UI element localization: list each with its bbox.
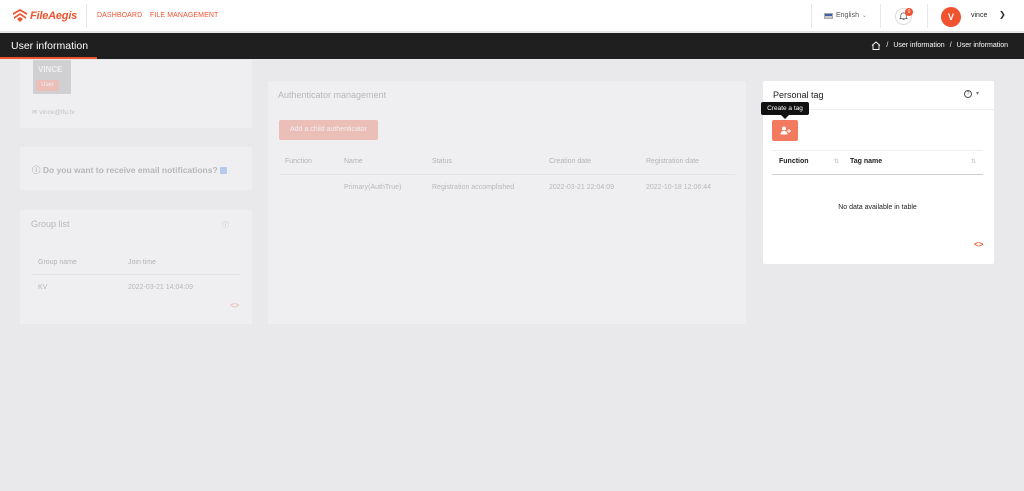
authenticator-card: Authenticator management Add a child aut… xyxy=(268,81,746,210)
creation-date-cell: 2022-03-21 22:04:09 xyxy=(549,184,614,191)
top-navbar: FileAegis DASHBOARD FILE MANAGEMENT Engl… xyxy=(0,0,1024,32)
code-toggle-icon[interactable]: <> xyxy=(230,301,239,310)
column-header-join-time[interactable]: Join time xyxy=(128,259,156,266)
table-header-divider xyxy=(32,274,240,275)
language-selector[interactable]: English ⌄ xyxy=(824,12,867,19)
table-header-divider xyxy=(279,174,735,175)
help-circle-icon: ⓘ xyxy=(32,165,41,175)
nav-divider xyxy=(811,4,812,28)
column-header-creation-date[interactable]: Creation date xyxy=(549,158,591,165)
email-notification-card: ⓘ Do you want to receive email notificat… xyxy=(20,147,252,190)
title-underline xyxy=(0,57,97,59)
user-avatar[interactable]: V xyxy=(941,7,961,27)
column-header-function[interactable]: Function xyxy=(779,158,809,165)
email-notification-row: ⓘ Do you want to receive email notificat… xyxy=(32,164,228,176)
column-header-name[interactable]: Name xyxy=(344,158,363,165)
table-header-divider xyxy=(772,174,983,175)
group-list-title: Group list xyxy=(31,219,70,229)
group-list-card: Group list ⓘ Group name Join time KV 202… xyxy=(20,210,252,324)
chevron-down-icon[interactable]: ▾ xyxy=(976,90,979,97)
breadcrumb-item[interactable]: User information xyxy=(893,42,944,49)
logo[interactable]: FileAegis xyxy=(13,9,77,22)
sort-icon[interactable]: ⇅ xyxy=(834,158,839,165)
mail-icon: ✉ xyxy=(32,109,38,116)
create-tag-button[interactable] xyxy=(772,120,798,141)
tooltip-arrow xyxy=(781,115,789,119)
join-time-cell: 2022-03-21 14:04:09 xyxy=(128,284,193,291)
shield-logo-icon xyxy=(13,9,27,22)
user-display-name: VINCE xyxy=(38,65,63,74)
column-header-registration-date[interactable]: Registration date xyxy=(646,158,699,165)
breadcrumb: / User information / User information xyxy=(871,41,1008,50)
breadcrumb-item-current: User information xyxy=(956,42,1008,49)
column-header-function[interactable]: Function xyxy=(285,158,312,165)
table-top-divider xyxy=(772,150,983,151)
logo-text: FileAegis xyxy=(30,9,78,22)
notification-count-badge: 0 xyxy=(905,8,913,16)
add-child-authenticator-button[interactable]: Add a child authenticator xyxy=(279,120,378,140)
nav-dashboard-link[interactable]: DASHBOARD xyxy=(97,12,142,19)
registration-date-cell: 2022-10-18 12:06:44 xyxy=(646,184,711,191)
empty-panel xyxy=(268,210,746,324)
group-name-cell: KV xyxy=(38,284,48,291)
us-flag-icon xyxy=(824,12,833,19)
code-toggle-icon[interactable]: <> xyxy=(974,240,983,249)
column-header-group-name[interactable]: Group name xyxy=(38,259,77,266)
user-role-badge: User xyxy=(36,80,59,91)
add-user-icon xyxy=(780,126,791,135)
nav-divider xyxy=(880,4,881,28)
nav-divider xyxy=(927,4,928,28)
nav-file-management-link[interactable]: FILE MANAGEMENT xyxy=(150,12,218,19)
language-label: English xyxy=(836,12,859,19)
column-header-tag-name[interactable]: Tag name xyxy=(850,158,882,165)
username-label[interactable]: vince xyxy=(971,12,987,19)
user-email: ✉ vince@lfu.tv xyxy=(32,109,75,116)
home-icon[interactable] xyxy=(871,41,881,50)
page-title: User information xyxy=(11,40,89,52)
create-tag-tooltip: Create a tag xyxy=(761,102,809,115)
email-notification-checkbox[interactable] xyxy=(220,167,228,175)
authenticator-status-cell: Registration accomplished xyxy=(432,184,515,191)
column-header-status[interactable]: Status xyxy=(432,158,452,165)
authenticator-title: Authenticator management xyxy=(278,90,387,100)
chevron-down-icon: ⌄ xyxy=(861,13,867,19)
chevron-down-icon[interactable]: ❯ xyxy=(999,10,1006,19)
nav-divider xyxy=(86,4,87,28)
empty-table-message: No data available in table xyxy=(838,204,917,211)
sort-icon[interactable]: ⇅ xyxy=(971,158,976,165)
personal-tag-title: Personal tag xyxy=(773,90,824,100)
help-circle-icon[interactable]: ? xyxy=(964,90,972,98)
help-circle-icon[interactable]: ⓘ xyxy=(222,220,229,230)
authenticator-name-cell: Primary(AuthTrue) xyxy=(344,184,402,191)
